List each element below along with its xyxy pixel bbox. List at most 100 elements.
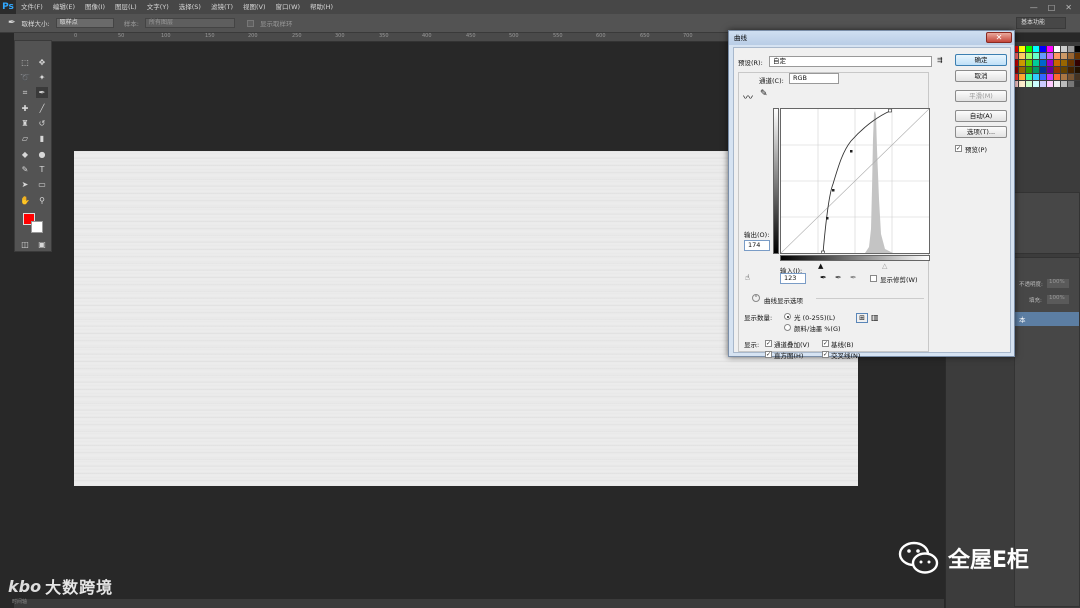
- quick-mask-icon[interactable]: ◫: [19, 239, 31, 250]
- gradient-tool-icon[interactable]: ▮: [36, 133, 48, 144]
- color-swatch[interactable]: [1061, 74, 1067, 80]
- color-swatch[interactable]: [1019, 81, 1025, 87]
- eyedropper-tool-icon[interactable]: ✒: [8, 18, 16, 28]
- target-adjust-icon[interactable]: ☝: [745, 273, 750, 282]
- color-swatch[interactable]: [1068, 74, 1074, 80]
- curve-point[interactable]: [826, 217, 829, 220]
- output-field[interactable]: 174: [744, 240, 770, 251]
- history-brush-icon[interactable]: ↺: [36, 118, 48, 129]
- preset-select[interactable]: 自定: [769, 56, 932, 67]
- healing-brush-icon[interactable]: ✚: [19, 103, 31, 114]
- smooth-button[interactable]: 平滑(M): [955, 90, 1007, 102]
- curve-point[interactable]: [821, 250, 825, 255]
- color-swatch[interactable]: [1061, 60, 1067, 66]
- color-swatch[interactable]: [1075, 81, 1080, 87]
- menu-view[interactable]: 视图(V): [238, 0, 271, 14]
- color-swatch[interactable]: [1075, 53, 1080, 59]
- color-swatch[interactable]: [1026, 67, 1032, 73]
- expand-options-icon[interactable]: ⌃: [752, 294, 760, 302]
- menu-window[interactable]: 窗口(W): [271, 0, 306, 14]
- light-radio[interactable]: [784, 313, 791, 320]
- black-point-slider[interactable]: ▲: [818, 262, 823, 270]
- color-swatch[interactable]: [1033, 53, 1039, 59]
- color-swatch[interactable]: [1047, 74, 1053, 80]
- white-point-slider[interactable]: △: [882, 262, 887, 270]
- color-swatch[interactable]: [1026, 53, 1032, 59]
- layer-row[interactable]: 本: [1015, 312, 1079, 326]
- color-swatch[interactable]: [1026, 60, 1032, 66]
- color-swatch[interactable]: [1075, 67, 1080, 73]
- color-swatch[interactable]: [1026, 74, 1032, 80]
- color-swatch[interactable]: [1033, 46, 1039, 52]
- color-swatch[interactable]: [1054, 60, 1060, 66]
- blur-tool-icon[interactable]: ◆: [19, 149, 31, 160]
- auto-button[interactable]: 自动(A): [955, 110, 1007, 122]
- color-swatch[interactable]: [1019, 53, 1025, 59]
- menu-select[interactable]: 选择(S): [174, 0, 206, 14]
- opacity-value[interactable]: 100%: [1047, 279, 1069, 288]
- color-swatch[interactable]: [1040, 67, 1046, 73]
- color-swatch[interactable]: [1040, 81, 1046, 87]
- cancel-button[interactable]: 取消: [955, 70, 1007, 82]
- sample-select[interactable]: 所有图层: [144, 18, 235, 28]
- white-eyedropper-icon[interactable]: ✒: [850, 273, 857, 282]
- color-swatch[interactable]: [1047, 46, 1053, 52]
- pigment-radio[interactable]: [784, 324, 791, 331]
- color-swatch[interactable]: [1019, 60, 1025, 66]
- brush-tool-icon[interactable]: ╱: [36, 103, 48, 114]
- intersection-checkbox[interactable]: ✓: [822, 351, 829, 358]
- path-select-tool-icon[interactable]: ➤: [19, 179, 31, 190]
- color-swatch[interactable]: [1061, 46, 1067, 52]
- channel-select[interactable]: RGB: [789, 73, 839, 84]
- eyedropper-icon[interactable]: ✒: [36, 87, 48, 98]
- color-swatch[interactable]: [1068, 53, 1074, 59]
- type-tool-icon[interactable]: T: [36, 164, 48, 175]
- menu-type[interactable]: 文字(Y): [142, 0, 174, 14]
- color-swatch[interactable]: [1040, 74, 1046, 80]
- histogram-checkbox[interactable]: ✓: [765, 351, 772, 358]
- curve-graph[interactable]: [780, 108, 930, 255]
- color-swatch[interactable]: [1075, 46, 1080, 52]
- screen-mode-icon[interactable]: ▣: [36, 239, 48, 250]
- color-swatch[interactable]: [1047, 81, 1053, 87]
- stamp-tool-icon[interactable]: ♜: [19, 118, 31, 129]
- close-window-button[interactable]: ✕: [1065, 3, 1072, 12]
- input-field[interactable]: 123: [780, 273, 806, 284]
- color-swatch[interactable]: [1047, 60, 1053, 66]
- lasso-tool-icon[interactable]: ➰: [19, 72, 31, 83]
- color-swatch[interactable]: [1033, 67, 1039, 73]
- detailed-grid-icon[interactable]: ▥: [871, 313, 879, 322]
- eraser-tool-icon[interactable]: ▱: [19, 133, 31, 144]
- background-color-swatch[interactable]: [31, 221, 43, 233]
- show-clipping-checkbox[interactable]: [870, 275, 877, 282]
- baseline-checkbox[interactable]: ✓: [822, 340, 829, 347]
- color-swatch[interactable]: [1026, 81, 1032, 87]
- show-ring-checkbox[interactable]: [246, 19, 254, 27]
- color-swatch[interactable]: [1068, 67, 1074, 73]
- simple-grid-icon[interactable]: ⊞: [856, 313, 868, 323]
- magic-wand-tool-icon[interactable]: ✦: [36, 72, 48, 83]
- color-swatch[interactable]: [1054, 46, 1060, 52]
- color-swatch[interactable]: [1075, 60, 1080, 66]
- color-swatch[interactable]: [1075, 74, 1080, 80]
- curve-edit-icon[interactable]: 〰: [743, 89, 753, 104]
- hand-tool-icon[interactable]: ✋: [19, 195, 31, 206]
- options-button[interactable]: 选项(T)...: [955, 126, 1007, 138]
- channel-overlay-checkbox[interactable]: ✓: [765, 340, 772, 347]
- fill-value[interactable]: 100%: [1047, 295, 1069, 304]
- color-swatch[interactable]: [1061, 67, 1067, 73]
- color-swatch[interactable]: [1033, 74, 1039, 80]
- workspace-select[interactable]: 基本功能: [1016, 17, 1066, 29]
- maximize-button[interactable]: □: [1048, 3, 1056, 12]
- color-swatch[interactable]: [1033, 81, 1039, 87]
- dialog-close-button[interactable]: ✕: [986, 32, 1012, 43]
- curve-point[interactable]: [850, 150, 853, 153]
- marquee-tool-icon[interactable]: ⬚: [19, 57, 31, 68]
- color-swatch[interactable]: [1040, 53, 1046, 59]
- curve-point[interactable]: [888, 108, 892, 113]
- menu-file[interactable]: 文件(F): [16, 0, 48, 14]
- color-swatch[interactable]: [1054, 67, 1060, 73]
- shape-tool-icon[interactable]: ▭: [36, 179, 48, 190]
- gray-eyedropper-icon[interactable]: ✒: [835, 273, 842, 282]
- sample-size-select[interactable]: 取样点: [55, 18, 114, 28]
